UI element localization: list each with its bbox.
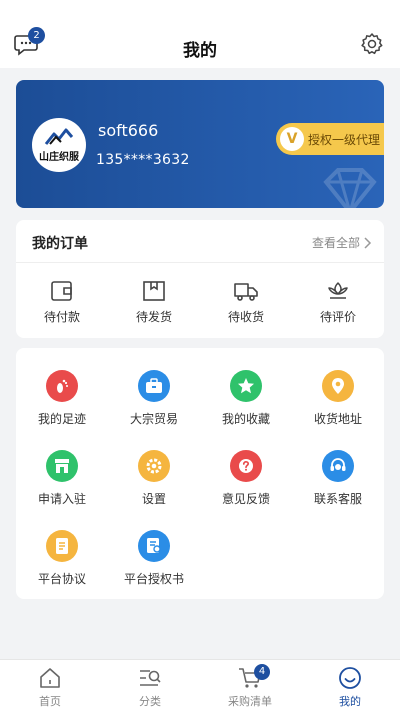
username: soft666 [98, 121, 159, 140]
question-icon [230, 450, 262, 482]
service-settings[interactable]: 设置 [108, 450, 200, 530]
settings-button[interactable] [360, 32, 386, 58]
wallet-icon [51, 281, 72, 301]
service-bulk-trade[interactable]: 大宗贸易 [108, 370, 200, 450]
service-footprints[interactable]: 我的足迹 [16, 370, 108, 450]
service-label: 意见反馈 [221, 492, 270, 506]
store-icon [46, 450, 78, 482]
authorization-badge-label: 授权一级代理 [307, 132, 380, 147]
headset-icon [322, 450, 354, 482]
view-all-orders-link[interactable]: 查看全部 [312, 234, 372, 251]
logo-text: 山庄织服 [39, 151, 79, 163]
service-label: 平台授权书 [123, 572, 184, 586]
tab-label: 我的 [339, 695, 361, 708]
bottom-tab-bar: 首页 分类 4 采购清单 我的 [0, 659, 400, 711]
truck-icon [234, 283, 258, 301]
order-pending-payment[interactable]: 待付款 [16, 263, 108, 337]
tab-category[interactable]: 分类 [100, 660, 200, 711]
order-item-label: 待收货 [227, 310, 264, 324]
service-label: 我的收藏 [221, 412, 270, 426]
orders-card: 我的订单 查看全部 待付款 待发货 待收货 待评价 [16, 220, 384, 338]
tab-purchase-list[interactable]: 4 采购清单 [200, 660, 300, 711]
header: 2 我的 [0, 0, 400, 68]
document-icon [46, 530, 78, 562]
service-label: 联系客服 [313, 492, 362, 506]
flower-icon [328, 282, 348, 299]
diamond-watermark-icon [323, 168, 377, 208]
order-pending-shipment[interactable]: 待发货 [108, 263, 200, 337]
service-apply-join[interactable]: 申请入驻 [16, 450, 108, 530]
service-shipping-address[interactable]: 收货地址 [292, 370, 384, 450]
order-item-label: 待评价 [319, 310, 356, 324]
tab-label: 采购清单 [228, 695, 272, 708]
orders-title: 我的订单 [32, 236, 88, 252]
service-customer-support[interactable]: 联系客服 [292, 450, 384, 530]
tab-me[interactable]: 我的 [300, 660, 400, 711]
view-all-label: 查看全部 [311, 236, 360, 250]
footprint-icon [46, 370, 78, 402]
tab-label: 首页 [39, 695, 61, 708]
authorization-badge[interactable]: V 授权一级代理 [275, 123, 384, 155]
service-label: 设置 [141, 492, 166, 506]
order-pending-review[interactable]: 待评价 [292, 263, 384, 337]
service-favorites[interactable]: 我的收藏 [200, 370, 292, 450]
page-title: 我的 [183, 41, 217, 61]
service-label: 平台协议 [37, 572, 86, 586]
orders-header: 我的订单 查看全部 [16, 220, 384, 263]
gear-icon [361, 33, 383, 55]
smile-icon [339, 667, 361, 689]
package-icon [143, 281, 165, 301]
service-platform-agreement[interactable]: 平台协议 [16, 530, 108, 610]
category-search-icon [140, 670, 161, 686]
avatar[interactable]: 山庄织服 [32, 118, 86, 172]
order-pending-receipt[interactable]: 待收货 [200, 263, 292, 337]
service-platform-authorization[interactable]: 平台授权书 [108, 530, 200, 610]
tab-home[interactable]: 首页 [0, 660, 100, 711]
certificate-icon [138, 530, 170, 562]
location-icon [322, 370, 354, 402]
brand-logo-icon [44, 128, 74, 145]
service-label: 我的足迹 [37, 412, 86, 426]
order-item-label: 待发货 [135, 310, 172, 324]
service-label: 收货地址 [313, 412, 362, 426]
star-icon [230, 370, 262, 402]
briefcase-icon [138, 370, 170, 402]
cart-count-badge: 4 [254, 664, 270, 680]
phone-number: 135****3632 [96, 152, 190, 168]
chevron-right-icon [364, 236, 372, 249]
gear-icon [138, 450, 170, 482]
v-badge-icon: V [279, 127, 304, 151]
service-feedback[interactable]: 意见反馈 [200, 450, 292, 530]
order-item-label: 待付款 [43, 310, 80, 324]
service-label: 申请入驻 [37, 492, 86, 506]
service-label: 大宗贸易 [129, 412, 178, 426]
home-icon [40, 668, 60, 688]
tab-label: 分类 [139, 695, 161, 708]
profile-card[interactable]: 山庄织服 soft666 135****3632 V 授权一级代理 [16, 80, 384, 208]
services-card: 我的足迹 大宗贸易 我的收藏 收货地址 申请入驻 设置 意见反馈 联系客服 平台… [16, 348, 384, 599]
